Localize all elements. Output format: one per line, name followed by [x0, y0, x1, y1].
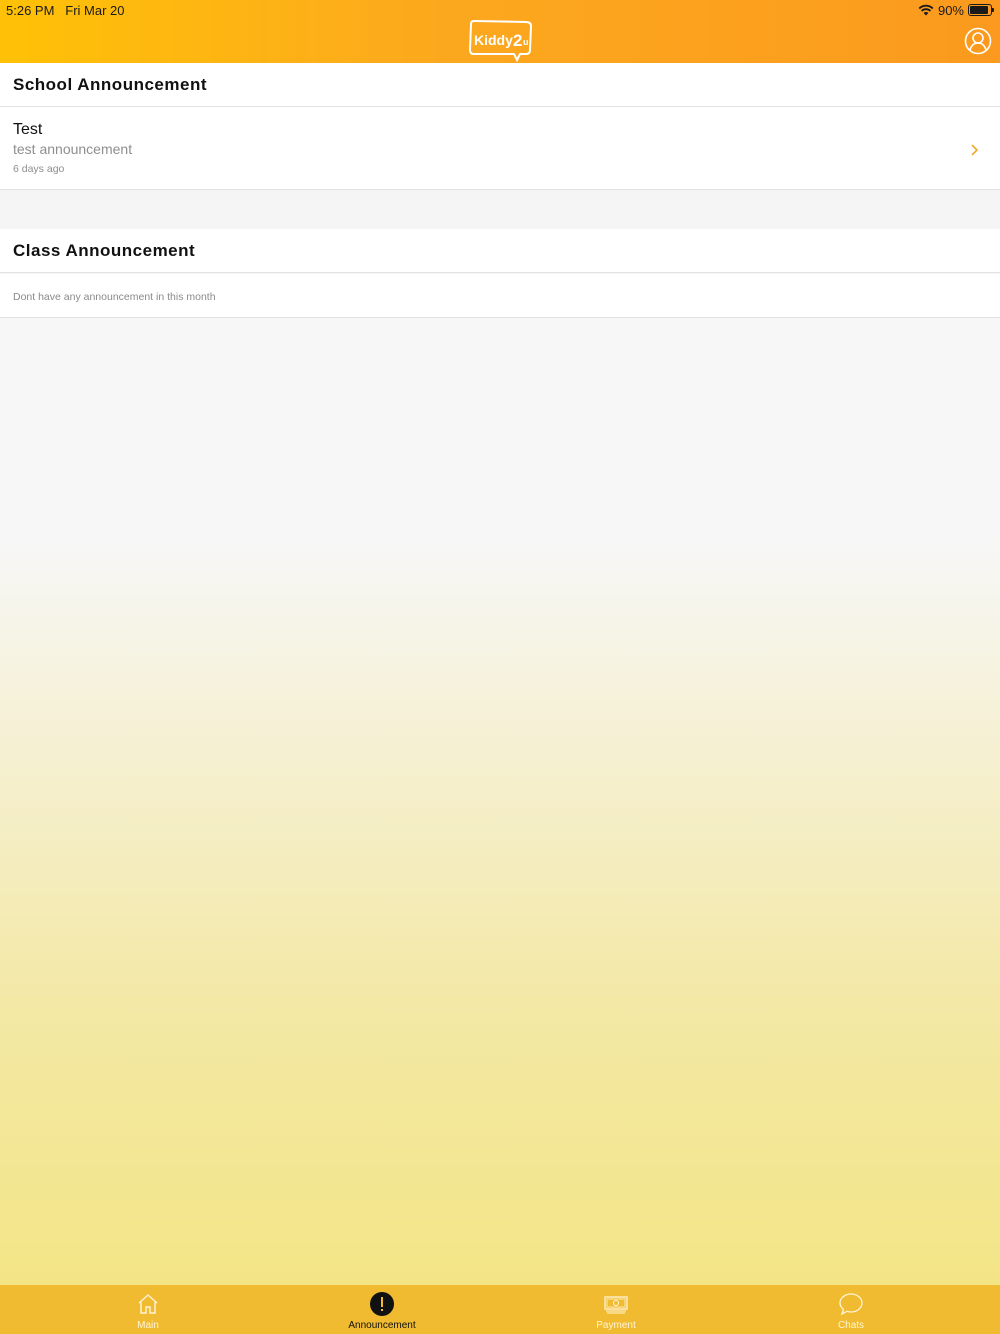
announcement-time: 6 days ago: [13, 163, 65, 175]
tab-chats[interactable]: Chats: [726, 1285, 976, 1334]
announcement-title: Test: [13, 121, 43, 138]
battery-percent: 90%: [937, 2, 964, 18]
tab-label: Chats: [837, 1320, 865, 1331]
tab-label: Payment: [596, 1320, 636, 1331]
tab-label: Announcement: [348, 1320, 416, 1331]
section-spacer: [0, 190, 1000, 229]
announcement-row[interactable]: Test test announcement 6 days ago: [0, 107, 1000, 190]
tab-main[interactable]: Main: [23, 1285, 273, 1334]
section-title: School Announcement: [13, 75, 207, 94]
svg-text:2: 2: [513, 31, 522, 50]
exclamation-icon: [370, 1292, 394, 1316]
status-time-text: 5:26 PM: [6, 3, 55, 18]
app-header: 5:26 PM Fri Mar 20 90% Kiddy 2 u: [0, 0, 1000, 63]
svg-text:u: u: [523, 37, 529, 47]
user-circle-icon[interactable]: [964, 27, 992, 55]
svg-text:Kiddy: Kiddy: [474, 32, 513, 48]
tab-bar: Main Announcement Payment Chats: [0, 1285, 1000, 1334]
kiddy2u-logo: Kiddy 2 u: [468, 19, 534, 63]
status-time: 5:26 PM Fri Mar 20: [6, 3, 125, 18]
home-icon: [138, 1294, 158, 1314]
battery-fill: [970, 6, 988, 14]
class-announcement-header: Class Announcement: [0, 229, 1000, 273]
empty-message: Dont have any announcement in this month: [13, 291, 216, 303]
empty-announcement-row: Dont have any announcement in this month: [0, 274, 1000, 318]
battery-icon: [968, 4, 994, 16]
announcement-subtitle: test announcement: [13, 141, 133, 157]
tab-label: Main: [137, 1320, 159, 1331]
chevron-right-icon: [971, 144, 979, 156]
section-title: Class Announcement: [13, 241, 196, 260]
tab-payment[interactable]: Payment: [491, 1285, 741, 1334]
chat-bubble-icon: [839, 1293, 863, 1316]
status-date-text: Fri Mar 20: [65, 3, 125, 18]
status-indicators: 90%: [918, 2, 994, 18]
money-icon: [604, 1296, 628, 1314]
wifi-icon: [918, 4, 934, 16]
school-announcement-header: School Announcement: [0, 63, 1000, 107]
logo-bubble-icon: Kiddy 2 u: [468, 19, 533, 63]
tab-announcement[interactable]: Announcement: [257, 1285, 507, 1334]
